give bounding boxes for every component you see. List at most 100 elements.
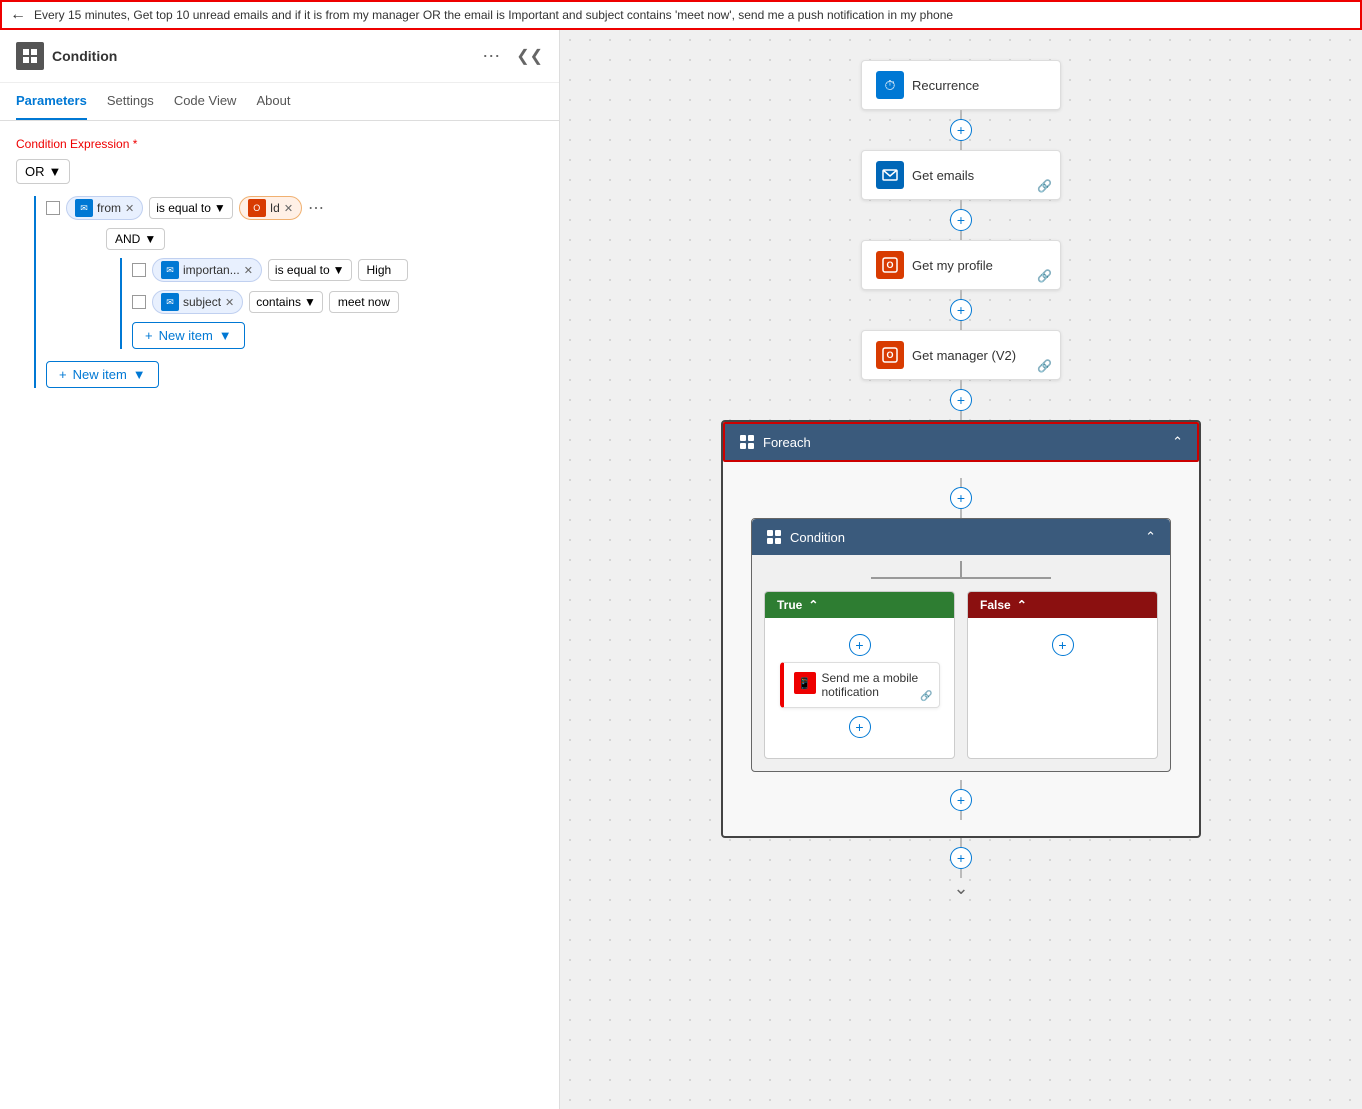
get-profile-node[interactable]: O Get my profile 🔗 <box>861 240 1061 290</box>
add-step-2[interactable]: + <box>950 209 972 231</box>
add-step-3[interactable]: + <box>950 299 972 321</box>
add-step-foreach[interactable]: + <box>950 487 972 509</box>
subject-tag-icon: ✉ <box>161 293 179 311</box>
new-item-outer-plus-icon: + <box>59 367 67 382</box>
true-branch-body: + 📱 Send me a mobile notification 🔗 + <box>765 618 954 758</box>
recurrence-label: Recurrence <box>912 78 1046 93</box>
connector-4: + <box>950 380 972 420</box>
subject-tag-label: subject <box>183 295 221 309</box>
row2-value: High <box>358 259 408 281</box>
left-panel: Condition ⋯ ❮❮ Parameters Settings Code … <box>0 30 560 1109</box>
notification-node[interactable]: 📱 Send me a mobile notification 🔗 <box>780 662 940 708</box>
tab-about[interactable]: About <box>256 83 290 120</box>
right-panel: ⏱ Recurrence + Get emails 🔗 + O <box>560 30 1362 1109</box>
id-tag-icon: O <box>248 199 266 217</box>
condition-row-3: ✉ subject ✕ contains ▼ meet now <box>132 290 408 314</box>
or-dropdown[interactable]: OR ▼ <box>16 159 70 184</box>
tab-parameters[interactable]: Parameters <box>16 83 87 120</box>
importance-tag-label: importan... <box>183 263 240 277</box>
true-branch-add[interactable]: + <box>849 634 871 656</box>
get-manager-label: Get manager (V2) <box>912 348 1046 363</box>
condition-flow-title: Condition <box>790 530 1137 545</box>
condition-expression-label: Condition Expression * <box>16 137 543 151</box>
condition-flow-container: Condition ⌃ True <box>751 518 1171 772</box>
and-chevron-icon: ▼ <box>144 232 156 246</box>
foreach-title: Foreach <box>763 435 1164 450</box>
condition-flow-header[interactable]: Condition ⌃ <box>752 519 1170 555</box>
new-item-inner-button[interactable]: + New item ▼ <box>132 322 245 349</box>
false-branch-body: + <box>968 618 1157 758</box>
new-item-inner-plus-icon: + <box>145 328 153 343</box>
row1-more-options[interactable]: ⋯ <box>308 198 324 218</box>
add-step-1[interactable]: + <box>950 119 972 141</box>
add-step-4[interactable]: + <box>950 389 972 411</box>
row2-checkbox[interactable] <box>132 263 146 277</box>
notification-label: Send me a mobile notification <box>822 671 929 699</box>
id-tag-close[interactable]: ✕ <box>284 202 293 215</box>
true-label: True <box>777 598 802 612</box>
foreach-header[interactable]: Foreach ⌃ <box>723 422 1199 462</box>
bottom-chevron-icon[interactable]: ⌄ <box>953 878 968 899</box>
new-item-outer-chevron-icon: ▼ <box>133 367 146 382</box>
true-branch-header[interactable]: True ⌃ <box>765 592 954 618</box>
panel-collapse-button[interactable]: ❮❮ <box>516 46 543 66</box>
and-vertical-line <box>120 258 122 349</box>
connector-3: + <box>950 290 972 330</box>
true-branch-add-bottom[interactable]: + <box>849 716 871 738</box>
svg-text:O: O <box>886 350 893 360</box>
false-branch: False ⌃ + <box>967 591 1158 759</box>
from-tag: ✉ from ✕ <box>66 196 143 220</box>
get-emails-node[interactable]: Get emails 🔗 <box>861 150 1061 200</box>
banner-text: Every 15 minutes, Get top 10 unread emai… <box>34 8 953 22</box>
get-emails-label: Get emails <box>912 168 1046 183</box>
get-manager-node[interactable]: O Get manager (V2) 🔗 <box>861 330 1061 380</box>
top-banner: ← Every 15 minutes, Get top 10 unread em… <box>0 0 1362 30</box>
panel-menu-button[interactable]: ⋯ <box>482 46 500 67</box>
and-group: AND ▼ ✉ importan... <box>106 228 543 349</box>
recurrence-icon: ⏱ <box>876 71 904 99</box>
get-manager-link-icon: 🔗 <box>1037 359 1052 373</box>
get-manager-icon: O <box>876 341 904 369</box>
or-label: OR <box>25 164 45 179</box>
or-chevron-icon: ▼ <box>49 164 62 179</box>
add-step-after-condition[interactable]: + <box>950 789 972 811</box>
connector-1: + <box>950 110 972 150</box>
row1-operator[interactable]: is equal to ▼ <box>149 197 233 219</box>
panel-icon <box>16 42 44 70</box>
condition-flow-collapse-icon[interactable]: ⌃ <box>1145 529 1156 545</box>
back-button[interactable]: ← <box>10 6 26 24</box>
foreach-collapse-icon[interactable]: ⌃ <box>1172 434 1183 450</box>
foreach-body: + Condition ⌃ <box>723 462 1199 836</box>
get-profile-icon: O <box>876 251 904 279</box>
row3-op-chevron-icon: ▼ <box>304 295 316 309</box>
row3-checkbox[interactable] <box>132 295 146 309</box>
foreach-bottom-connector: + <box>950 780 972 820</box>
subject-tag-close[interactable]: ✕ <box>225 296 234 309</box>
false-label: False <box>980 598 1011 612</box>
get-profile-link-icon: 🔗 <box>1037 269 1052 283</box>
new-item-outer-button[interactable]: + New item ▼ <box>46 361 159 388</box>
tab-settings[interactable]: Settings <box>107 83 154 120</box>
new-item-inner-chevron-icon: ▼ <box>219 328 232 343</box>
condition-split-line <box>960 561 962 577</box>
row3-operator[interactable]: contains ▼ <box>249 291 323 313</box>
row1-checkbox[interactable] <box>46 201 60 215</box>
tab-code-view[interactable]: Code View <box>174 83 237 120</box>
add-step-after-foreach[interactable]: + <box>950 847 972 869</box>
new-item-inner-label: New item <box>159 328 213 343</box>
false-branch-header[interactable]: False ⌃ <box>968 592 1157 618</box>
false-branch-add[interactable]: + <box>1052 634 1074 656</box>
foreach-icon <box>739 434 755 450</box>
panel-header: Condition ⋯ ❮❮ <box>0 30 559 83</box>
true-branch: True ⌃ + 📱 Send me a mobile notification… <box>764 591 955 759</box>
recurrence-node[interactable]: ⏱ Recurrence <box>861 60 1061 110</box>
row1-op-chevron-icon: ▼ <box>214 201 226 215</box>
id-tag: O Id ✕ <box>239 196 302 220</box>
importance-tag-close[interactable]: ✕ <box>244 264 253 277</box>
and-dropdown[interactable]: AND ▼ <box>106 228 165 250</box>
and-label: AND <box>115 232 140 246</box>
condition-content: Condition Expression * OR ▼ ✉ from ✕ <box>0 121 559 404</box>
from-tag-close[interactable]: ✕ <box>125 202 134 215</box>
row2-operator[interactable]: is equal to ▼ <box>268 259 352 281</box>
foreach-inner-connector: + <box>950 478 972 518</box>
